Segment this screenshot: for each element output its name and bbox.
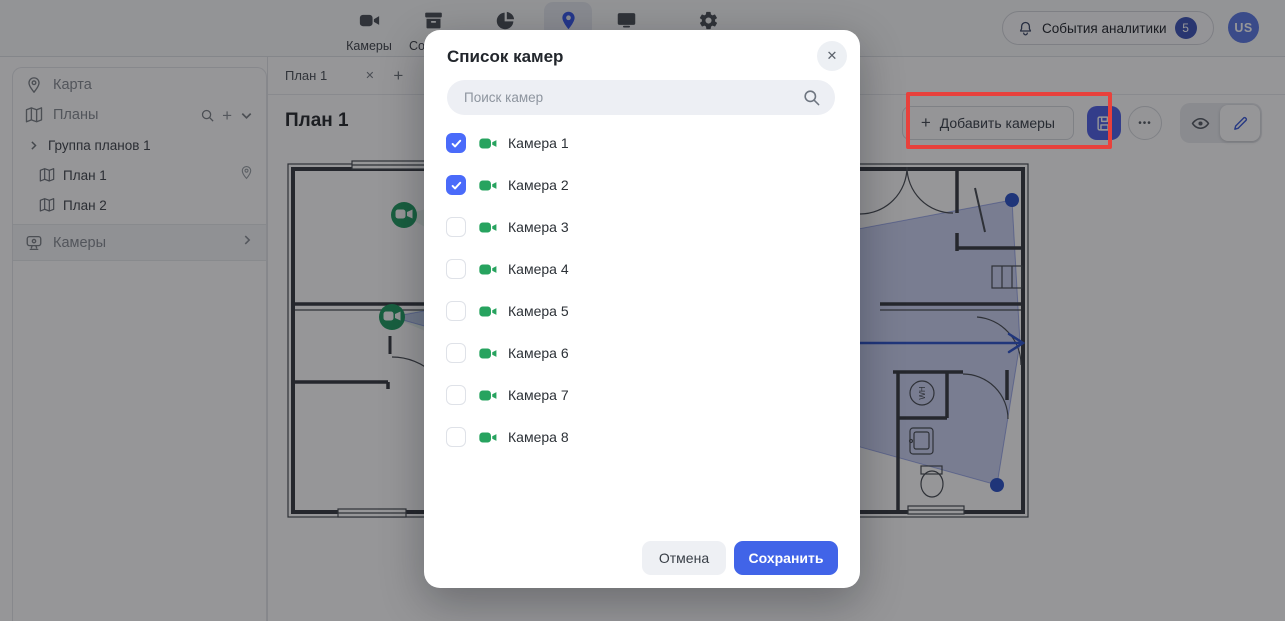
camera-icon (478, 304, 499, 319)
modal-footer: Отмена Сохранить (642, 541, 838, 575)
camera-row[interactable]: Камера 1 (446, 122, 838, 164)
camera-icon (478, 430, 499, 445)
camera-row[interactable]: Камера 5 (446, 290, 838, 332)
cancel-button[interactable]: Отмена (642, 541, 726, 575)
camera-name: Камера 7 (508, 387, 569, 403)
camera-checkbox[interactable] (446, 301, 466, 321)
modal-title: Список камер (447, 47, 563, 67)
camera-row[interactable]: Камера 8 (446, 416, 838, 458)
camera-search-input[interactable] (447, 80, 835, 115)
camera-checkbox[interactable] (446, 175, 466, 195)
camera-list-modal: Список камер ✕ Камера 1 Камера 2 Камера … (424, 30, 860, 588)
search-icon (802, 88, 821, 107)
camera-row[interactable]: Камера 4 (446, 248, 838, 290)
camera-row[interactable]: Камера 7 (446, 374, 838, 416)
camera-icon (478, 346, 499, 361)
check-icon (450, 137, 463, 150)
camera-row[interactable]: Камера 2 (446, 164, 838, 206)
camera-list: Камера 1 Камера 2 Камера 3 Камера 4 Каме… (446, 122, 838, 458)
camera-checkbox[interactable] (446, 385, 466, 405)
camera-name: Камера 4 (508, 261, 569, 277)
camera-icon (478, 262, 499, 277)
camera-name: Камера 3 (508, 219, 569, 235)
close-icon: ✕ (827, 48, 838, 64)
camera-icon (478, 220, 499, 235)
camera-icon (478, 178, 499, 193)
camera-checkbox[interactable] (446, 343, 466, 363)
camera-row[interactable]: Камера 3 (446, 206, 838, 248)
camera-icon (478, 388, 499, 403)
camera-icon (478, 136, 499, 151)
camera-checkbox[interactable] (446, 427, 466, 447)
camera-name: Камера 2 (508, 177, 569, 193)
camera-search (447, 80, 835, 115)
camera-name: Камера 5 (508, 303, 569, 319)
camera-name: Камера 1 (508, 135, 569, 151)
camera-name: Камера 8 (508, 429, 569, 445)
camera-name: Камера 6 (508, 345, 569, 361)
close-button[interactable]: ✕ (817, 41, 847, 71)
camera-checkbox[interactable] (446, 217, 466, 237)
app-screen: Камеры События (0, 0, 1285, 621)
camera-checkbox[interactable] (446, 259, 466, 279)
save-button[interactable]: Сохранить (734, 541, 838, 575)
check-icon (450, 179, 463, 192)
camera-checkbox[interactable] (446, 133, 466, 153)
camera-row[interactable]: Камера 6 (446, 332, 838, 374)
